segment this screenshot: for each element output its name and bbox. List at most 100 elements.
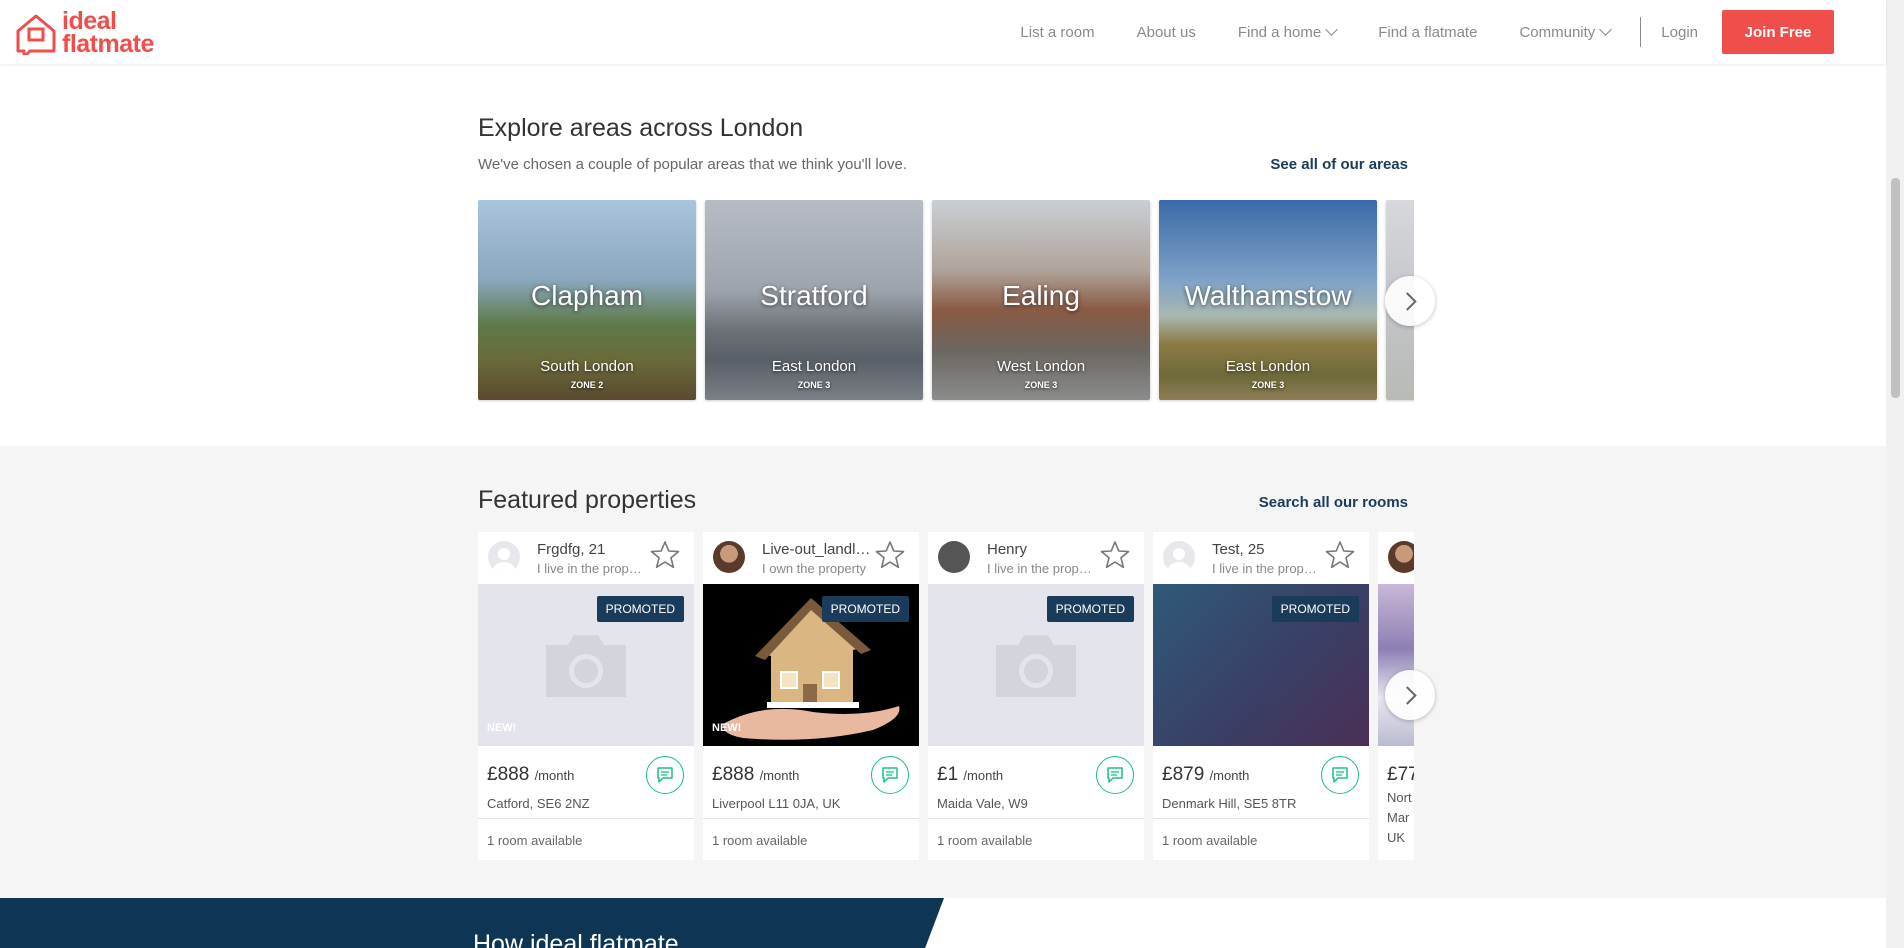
property-card-header: Frgdfg, 21 I live in the property [478, 532, 694, 584]
address: Maida Vale, W9 [937, 796, 1028, 811]
area-name: Walthamstow [1184, 280, 1352, 311]
owner-role: I live in the property [537, 561, 649, 576]
area-name: Clapham [530, 280, 644, 311]
property-image: PROMOTED [1153, 584, 1369, 746]
avatar [1163, 541, 1195, 573]
price: £879 /month [1162, 764, 1249, 786]
owner-name: Henry [987, 541, 1028, 558]
promoted-badge: PROMOTED [1046, 596, 1134, 622]
property-image: PROMOTED [928, 584, 1144, 746]
nav-list-room[interactable]: List a room [1020, 24, 1094, 41]
address-line: Nort [1387, 790, 1412, 805]
explore-areas-section: Explore areas across London We've chosen… [0, 64, 1886, 446]
login-link[interactable]: Login [1661, 24, 1698, 41]
star-icon[interactable] [650, 540, 680, 570]
chat-icon [657, 767, 673, 783]
promoted-badge: PROMOTED [1271, 596, 1359, 622]
owner-role: I own the property [762, 561, 867, 576]
chevron-right-icon [1398, 291, 1417, 311]
area-card-walthamstow[interactable]: Walthamstow East London ZONE 3 [1159, 200, 1377, 400]
chat-icon [1107, 767, 1123, 783]
areas-next-button[interactable] [1385, 276, 1435, 326]
price-amount: £888 [712, 764, 755, 785]
site-logo[interactable]: ideal flatmate [14, 9, 154, 58]
property-card-header: Live-out_landlord I own the property [703, 532, 919, 584]
banner-title: How ideal flatmate [473, 930, 679, 948]
house-chat-icon [16, 14, 56, 55]
site-header: ideal flatmate List a room About us Find… [0, 0, 1886, 64]
area-zone: ZONE 3 [1024, 380, 1058, 390]
search-all-rooms-link[interactable]: Search all our rooms [1259, 494, 1408, 511]
owner-role: I live in the property [1212, 561, 1324, 576]
nav-find-flatmate[interactable]: Find a flatmate [1378, 24, 1477, 41]
price-amount: £1 [937, 764, 959, 785]
address: Liverpool L11 0JA, UK [712, 796, 841, 811]
address: Denmark Hill, SE5 8TR [1162, 796, 1297, 811]
avatar [938, 541, 970, 573]
property-card-footer: 1 room available [928, 818, 1144, 860]
see-all-areas-link[interactable]: See all of our areas [1270, 156, 1408, 173]
nav-divider [1640, 17, 1642, 47]
chevron-down-icon [1599, 23, 1613, 36]
area-region: East London [1225, 358, 1311, 375]
nav-find-home[interactable]: Find a home [1238, 23, 1339, 41]
logo-text: ideal flatmate [62, 9, 154, 58]
property-image [1378, 584, 1414, 746]
property-card-footer: 1 room available [1153, 818, 1369, 860]
banner-dark-panel [0, 898, 944, 948]
price: £888 /month [712, 764, 799, 786]
properties-carousel: Frgdfg, 21 I live in the property PROMOT… [478, 532, 1414, 872]
price-period: /month [1209, 768, 1250, 783]
address-line: UK [1387, 830, 1406, 845]
message-button[interactable] [646, 756, 684, 794]
join-free-button[interactable]: Join Free [1722, 10, 1834, 54]
how-it-works-banner: How ideal flatmate [0, 898, 1886, 948]
availability: 1 room available [937, 833, 1033, 848]
message-button[interactable] [1321, 756, 1359, 794]
availability: 1 room available [487, 833, 583, 848]
star-icon[interactable] [1325, 540, 1355, 570]
property-card-header: Test, 25 I live in the property [1153, 532, 1369, 584]
area-region: West London [996, 358, 1086, 375]
message-button[interactable] [1096, 756, 1134, 794]
owner-name: Live-out_landlord [762, 541, 874, 558]
areas-title: Explore areas across London [478, 114, 804, 142]
property-card[interactable]: Frgdfg, 21 I live in the property PROMOT… [478, 532, 694, 860]
camera-icon [546, 635, 626, 697]
properties-next-button[interactable] [1385, 670, 1435, 720]
property-card-footer: 1 room available [703, 818, 919, 860]
area-zone: ZONE 2 [570, 380, 604, 390]
promoted-badge: PROMOTED [596, 596, 684, 622]
nav-about-us[interactable]: About us [1137, 24, 1196, 41]
chevron-right-icon [1398, 685, 1417, 705]
message-button[interactable] [871, 756, 909, 794]
star-icon[interactable] [1100, 540, 1130, 570]
avatar [713, 541, 745, 573]
avatar [1388, 541, 1414, 573]
price-period: /month [759, 768, 800, 783]
property-card[interactable]: Test, 25 I live in the property PROMOTED… [1153, 532, 1369, 860]
avatar [488, 541, 520, 573]
nav-community[interactable]: Community [1519, 23, 1613, 41]
area-card-clapham[interactable]: Clapham South London ZONE 2 [478, 200, 696, 400]
area-name: Ealing [1002, 280, 1080, 311]
area-card-stratford[interactable]: Stratford East London ZONE 3 [705, 200, 923, 400]
scrollbar-thumb[interactable] [1891, 178, 1900, 398]
area-card-ealing[interactable]: Ealing West London ZONE 3 [932, 200, 1150, 400]
page-scrollbar[interactable] [1886, 0, 1904, 948]
property-card-header [1378, 532, 1414, 584]
property-card[interactable]: Live-out_landlord I own the property PRO… [703, 532, 919, 860]
areas-carousel: Clapham South London ZONE 2 Stratford Ea… [478, 200, 1414, 402]
property-image: PROMOTED NEW! [703, 584, 919, 746]
property-card-footer: 1 room available [478, 818, 694, 860]
price: £888 /month [487, 764, 574, 786]
logo-line-2: flatmate [62, 30, 154, 58]
new-badge: NEW! [712, 722, 742, 734]
property-card[interactable]: Henry I live in the property PROMOTED £1… [928, 532, 1144, 860]
star-icon[interactable] [875, 540, 905, 570]
address: Nort Mar UK [1387, 788, 1412, 848]
price-period: /month [534, 768, 575, 783]
area-region: South London [540, 358, 634, 375]
price-amount: £77 [1387, 764, 1414, 785]
promoted-badge: PROMOTED [821, 596, 909, 622]
